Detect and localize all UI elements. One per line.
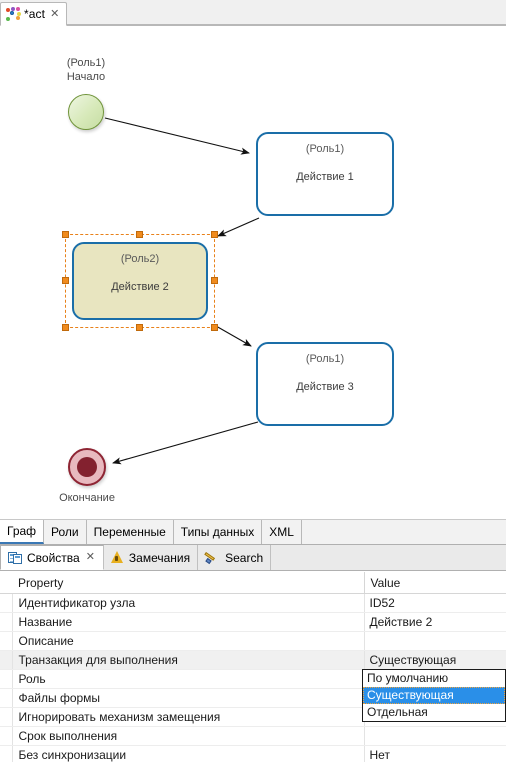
activity-node-3[interactable]: (Роль1) Действие 3	[256, 342, 394, 426]
end-node[interactable]	[68, 448, 106, 486]
row-indent	[0, 669, 13, 689]
selection-handle-nw[interactable]	[62, 231, 69, 238]
editor-tabbar-empty	[67, 1, 506, 25]
header-indent	[0, 572, 12, 594]
page-tab-peremennye[interactable]: Переменные	[86, 520, 174, 544]
row-indent	[0, 631, 13, 651]
search-pen-icon	[204, 551, 220, 565]
row-indent	[0, 593, 13, 613]
table-row[interactable]: Идентификатор узла ID52	[0, 593, 506, 613]
view-tabbar: Свойства ✕ Замечания Search	[0, 545, 506, 571]
header-value[interactable]: Value	[364, 572, 506, 594]
tab-notes-label: Замечания	[128, 550, 191, 565]
page-tab-roli[interactable]: Роли	[44, 520, 87, 544]
selection-handle-n[interactable]	[136, 231, 143, 238]
activity-node-3-role: (Роль1)	[305, 353, 345, 365]
row-indent	[0, 707, 13, 727]
row-property: Описание	[12, 631, 365, 651]
row-value[interactable]: Нет	[364, 745, 506, 762]
page-tab-graf-label: Граф	[7, 524, 37, 538]
row-indent	[0, 688, 13, 708]
row-indent	[0, 726, 13, 746]
row-indent	[0, 650, 13, 670]
row-property: Идентификатор узла	[12, 593, 365, 613]
editor-tabbar: *act ✕	[0, 0, 506, 26]
activity-node-1-name: Действие 1	[296, 171, 354, 183]
page-tab-peremennye-label: Переменные	[93, 525, 166, 539]
start-node[interactable]	[68, 94, 104, 130]
row-property: Файлы формы	[12, 688, 365, 708]
row-property: Роль	[12, 669, 365, 689]
activity-node-1-role: (Роль1)	[305, 143, 345, 155]
row-property: Название	[12, 612, 365, 632]
row-value[interactable]: ID52	[364, 593, 506, 613]
properties-table: Property Value Идентификатор узла ID52 Н…	[0, 572, 506, 762]
row-property: Срок выполнения	[12, 726, 365, 746]
row-property: Без синхронизации	[12, 745, 365, 762]
editor-page-tabs: Граф Роли Переменные Типы данных XML	[0, 520, 506, 545]
page-tab-tipy-dannyh-label: Типы данных	[180, 525, 255, 539]
tab-properties-label: Свойства	[27, 550, 80, 565]
properties-header-row: Property Value	[0, 572, 506, 594]
diagram-canvas[interactable]: (Роль1) Начало (Роль1) Действие 1 (Роль2…	[0, 26, 506, 520]
page-tabbar-empty	[301, 520, 506, 544]
dropdown-option-existing[interactable]: Существующая	[363, 687, 505, 704]
selection-handle-se[interactable]	[211, 324, 218, 331]
warning-icon	[110, 551, 124, 564]
selection-rectangle	[65, 234, 215, 328]
editor-tab-act[interactable]: *act ✕	[0, 2, 68, 26]
selection-handle-s[interactable]	[136, 324, 143, 331]
table-row[interactable]: Срок выполнения	[0, 726, 506, 746]
page-tab-graf[interactable]: Граф	[0, 520, 45, 544]
workflow-editor-window: *act ✕ (Роль1) Начало (Роль1) Действие 1…	[0, 0, 506, 762]
graph-node-icon	[6, 7, 21, 21]
page-tab-xml-label: XML	[269, 525, 294, 539]
selection-handle-e[interactable]	[211, 277, 218, 284]
selection-handle-w[interactable]	[62, 277, 69, 284]
tab-search[interactable]: Search	[198, 545, 272, 570]
table-row[interactable]: Описание	[0, 631, 506, 651]
close-icon[interactable]: ✕	[85, 552, 96, 563]
row-value[interactable]	[364, 726, 506, 746]
tab-notes[interactable]: Замечания	[103, 545, 199, 570]
table-row[interactable]: Название Действие 2	[0, 612, 506, 632]
close-icon[interactable]: ✕	[49, 8, 60, 20]
editor-tab-label: *act	[24, 7, 46, 21]
activity-node-3-name: Действие 3	[296, 381, 354, 393]
header-property[interactable]: Property	[12, 572, 365, 594]
selection-handle-sw[interactable]	[62, 324, 69, 331]
dropdown-option-separate[interactable]: Отдельная	[363, 704, 505, 721]
transaction-dropdown-list[interactable]: По умолчанию Существующая Отдельная	[362, 669, 506, 722]
properties-panel: Property Value Идентификатор узла ID52 Н…	[0, 571, 506, 762]
table-row[interactable]: Транзакция для выполнения Существующая	[0, 650, 506, 670]
row-indent	[0, 745, 13, 762]
view-tabbar-empty	[271, 545, 506, 570]
row-property: Игнорировать механизм замещения	[12, 707, 365, 727]
page-tab-tipy-dannyh[interactable]: Типы данных	[173, 520, 263, 544]
page-tab-xml[interactable]: XML	[262, 520, 302, 544]
activity-node-1[interactable]: (Роль1) Действие 1	[256, 132, 394, 216]
row-indent	[0, 612, 13, 632]
selection-handle-ne[interactable]	[211, 231, 218, 238]
row-value[interactable]	[364, 631, 506, 651]
row-value[interactable]: Существующая	[364, 650, 506, 670]
tab-properties[interactable]: Свойства ✕	[0, 545, 104, 570]
row-property: Транзакция для выполнения	[12, 650, 365, 670]
page-tab-roli-label: Роли	[51, 525, 79, 539]
properties-icon	[8, 551, 22, 564]
table-row[interactable]: Без синхронизации Нет	[0, 745, 506, 762]
dropdown-option-default[interactable]: По умолчанию	[363, 670, 505, 687]
row-value[interactable]: Действие 2	[364, 612, 506, 632]
tab-search-label: Search	[225, 550, 264, 565]
